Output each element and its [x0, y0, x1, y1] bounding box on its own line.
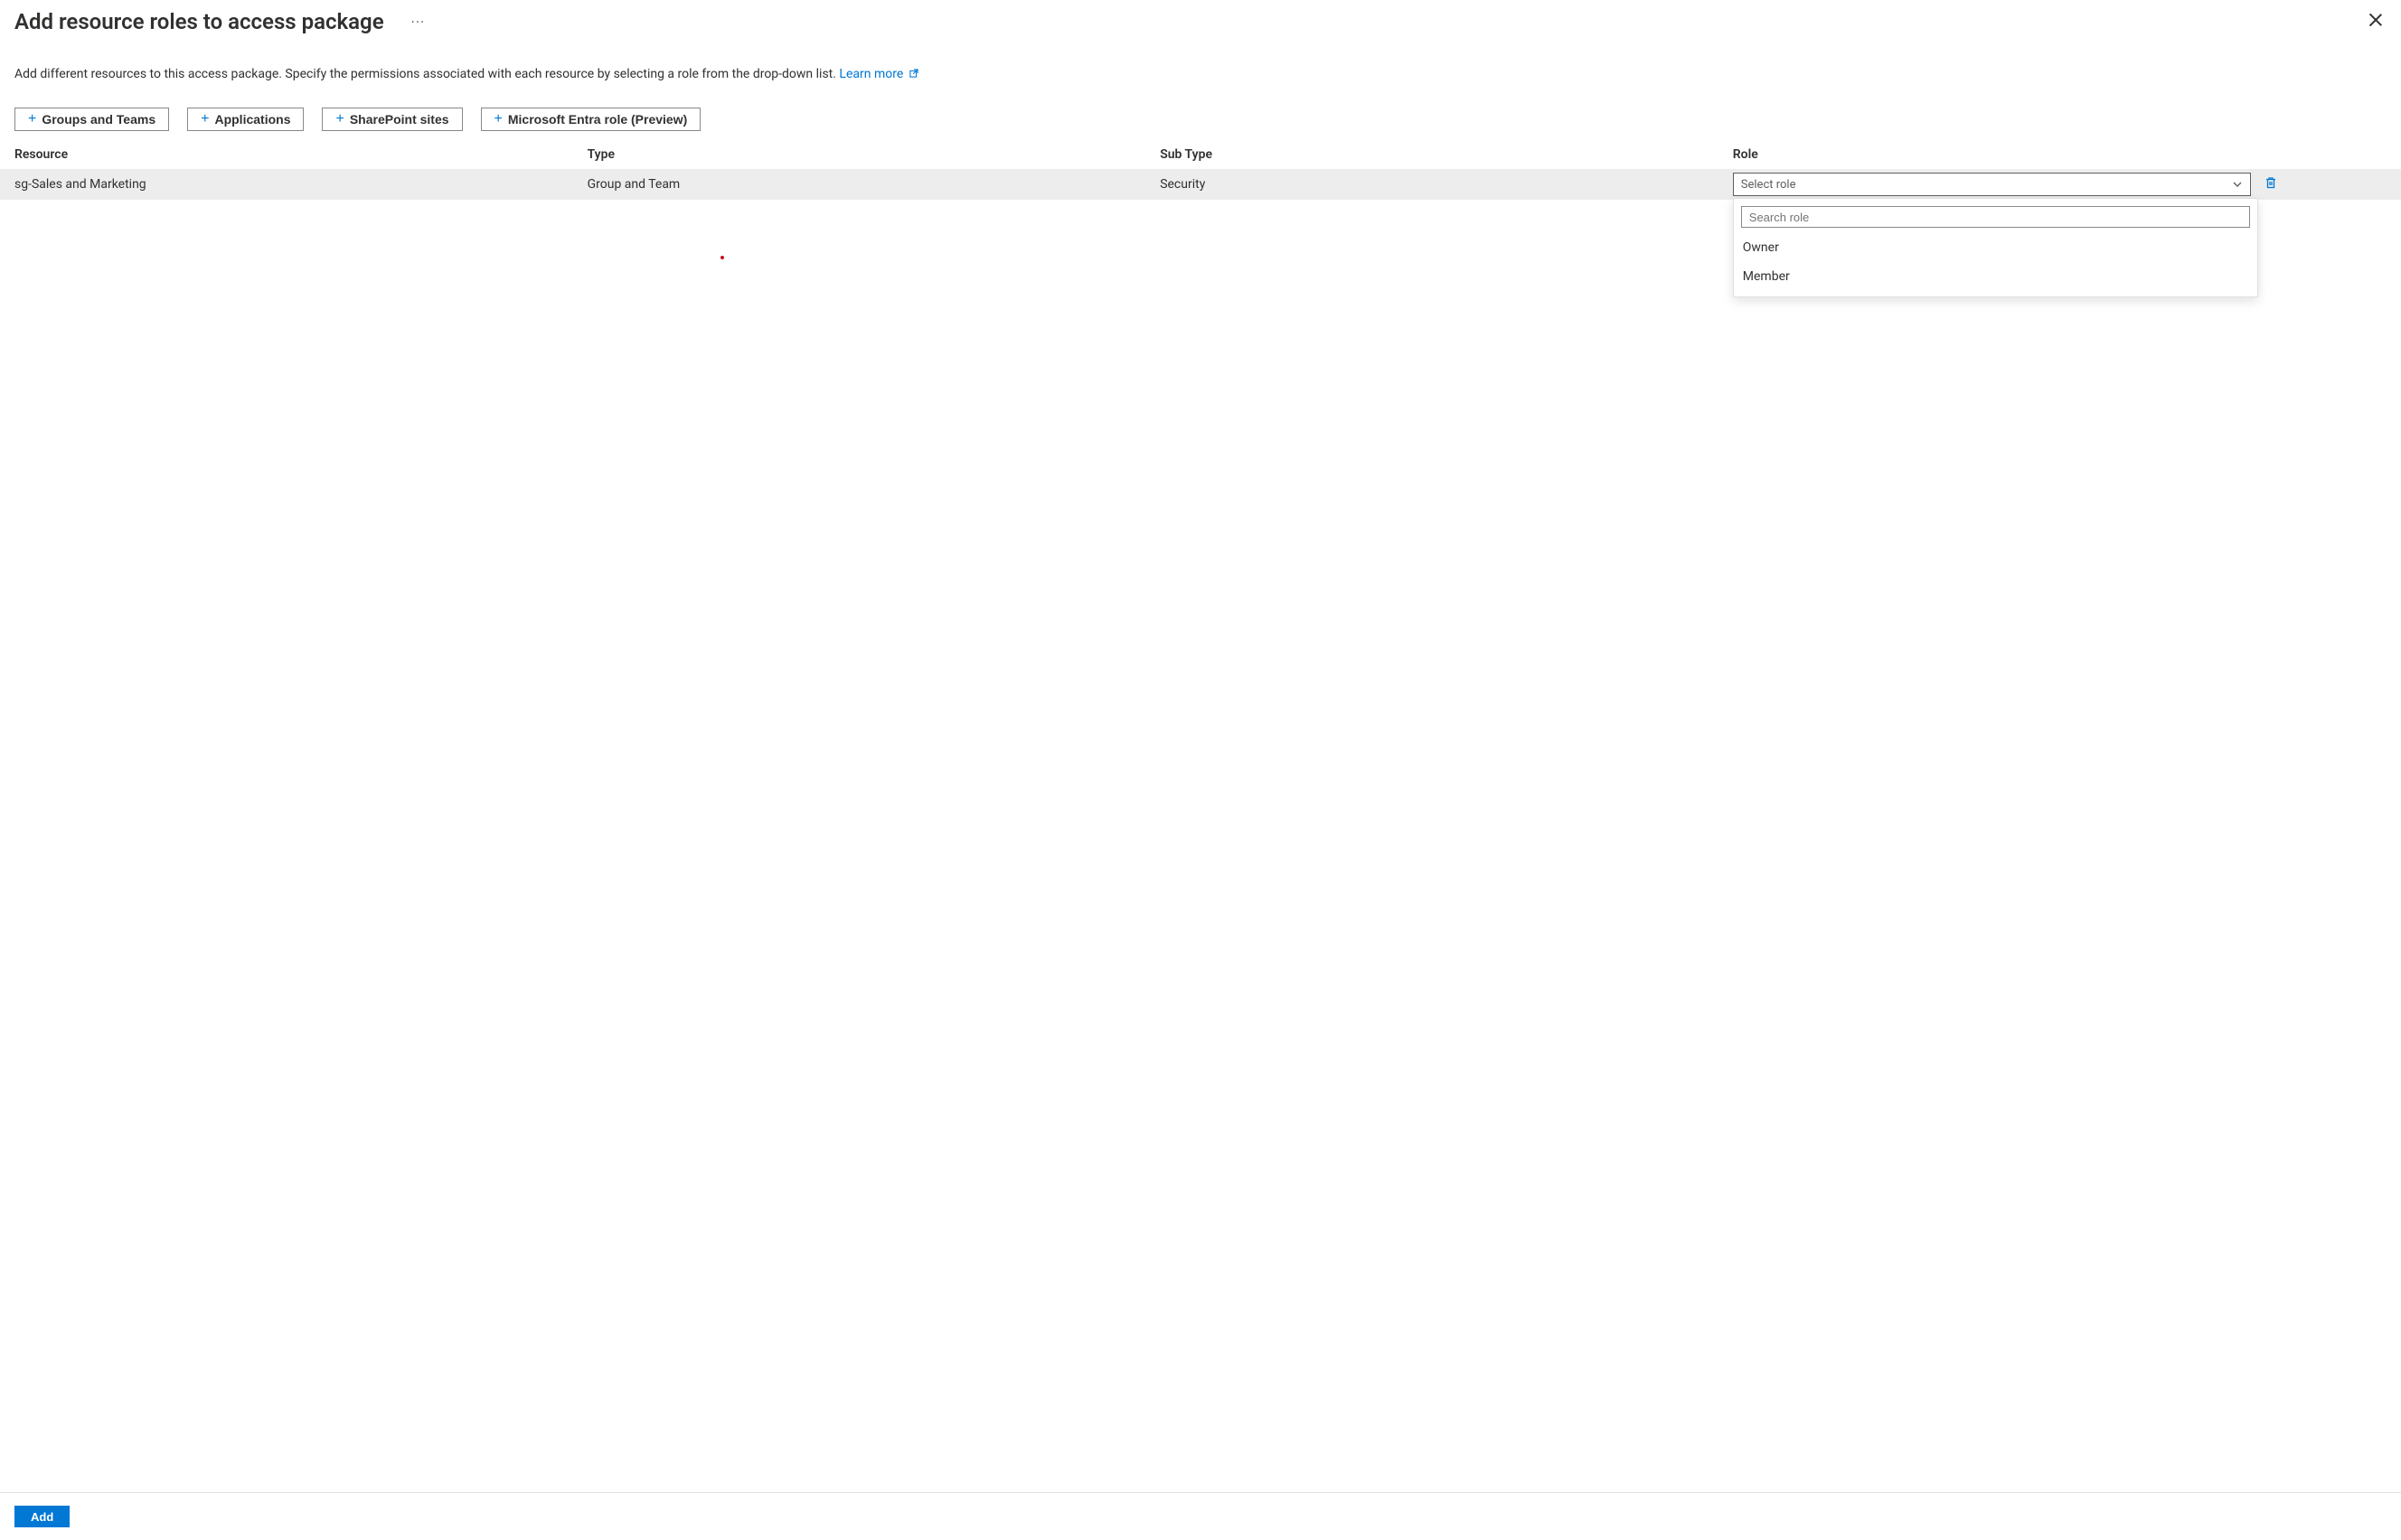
table-row: sg-Sales and Marketing Group and Team Se…	[0, 169, 2401, 200]
button-label: Applications	[214, 112, 290, 127]
role-option-owner[interactable]: Owner	[1734, 233, 2257, 262]
more-menu-button[interactable]: ···	[406, 10, 431, 34]
learn-more-label: Learn more	[839, 67, 903, 81]
cell-role: Select role Owner Member	[1733, 173, 2258, 196]
role-search-input[interactable]	[1741, 206, 2250, 228]
resources-table: Resource Type Sub Type Role sg-Sales and…	[0, 140, 2401, 200]
table-header-row: Resource Type Sub Type Role	[0, 140, 2401, 169]
chevron-down-icon	[2232, 179, 2243, 190]
page-title: Add resource roles to access package	[14, 9, 384, 34]
plus-icon: +	[28, 112, 36, 127]
col-header-resource[interactable]: Resource	[14, 147, 588, 162]
button-label: Microsoft Entra role (Preview)	[508, 112, 687, 127]
close-icon[interactable]	[2367, 11, 2385, 29]
external-link-icon	[909, 68, 919, 82]
role-select-placeholder: Select role	[1741, 178, 1796, 192]
col-header-subtype[interactable]: Sub Type	[1160, 147, 1733, 162]
plus-icon: +	[335, 112, 344, 127]
add-sharepoint-button[interactable]: + SharePoint sites	[322, 108, 462, 131]
add-entra-role-button[interactable]: + Microsoft Entra role (Preview)	[481, 108, 701, 131]
description-text: Add different resources to this access p…	[0, 42, 2401, 89]
button-label: SharePoint sites	[350, 112, 449, 127]
cell-subtype: Security	[1160, 177, 1733, 192]
cell-resource: sg-Sales and Marketing	[14, 177, 588, 192]
cursor-indicator	[720, 256, 724, 259]
button-label: Groups and Teams	[42, 112, 155, 127]
add-groups-teams-button[interactable]: + Groups and Teams	[14, 108, 169, 131]
description-body: Add different resources to this access p…	[14, 67, 839, 81]
trash-icon	[2264, 175, 2278, 193]
role-option-member[interactable]: Member	[1734, 262, 2257, 291]
role-select[interactable]: Select role	[1733, 173, 2251, 196]
panel-footer: Add	[0, 1492, 2401, 1540]
role-dropdown: Owner Member	[1733, 198, 2258, 297]
add-applications-button[interactable]: + Applications	[187, 108, 304, 131]
add-button[interactable]: Add	[14, 1506, 70, 1527]
cell-type: Group and Team	[588, 177, 1161, 192]
col-header-type[interactable]: Type	[588, 147, 1161, 162]
resource-type-toolbar: + Groups and Teams + Applications + Shar…	[0, 89, 2401, 138]
col-header-role[interactable]: Role	[1733, 147, 2258, 162]
learn-more-link[interactable]: Learn more	[839, 67, 918, 81]
delete-row-button[interactable]	[2258, 172, 2283, 197]
plus-icon: +	[494, 112, 503, 127]
plus-icon: +	[201, 112, 209, 127]
